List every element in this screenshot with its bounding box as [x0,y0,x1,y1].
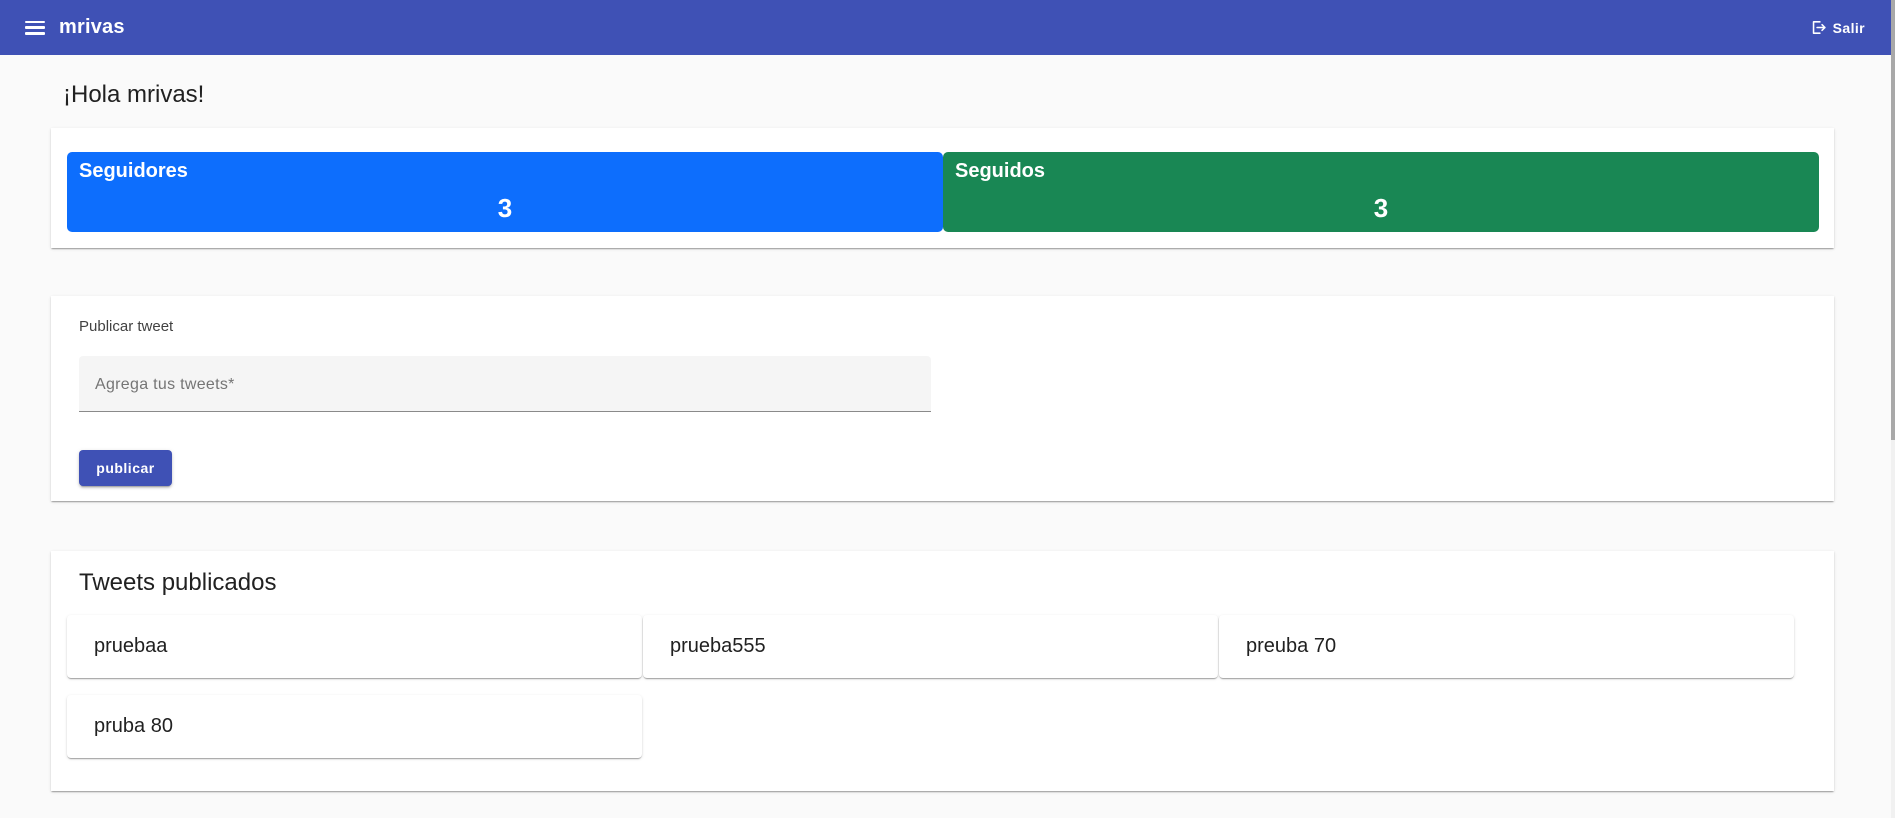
publish-tweet-title: Publicar tweet [79,318,174,335]
published-tweets-title: Tweets publicados [79,569,277,596]
logout-icon [1812,21,1826,34]
publish-button[interactable]: publicar [79,450,172,486]
followers-label: Seguidores [79,160,188,182]
followers-count: 3 [497,193,513,223]
following-stat[interactable]: Seguidos 3 [943,152,1819,232]
following-label: Seguidos [955,160,1046,182]
stats-card: Seguidores 3 Seguidos 3 [51,128,1834,248]
tweet-item[interactable]: preuba 70 [1219,615,1794,678]
following-count: 3 [1373,193,1389,223]
published-tweets-card: Tweets publicados pruebaa prueba555 preu… [51,551,1834,791]
tweet-input-field[interactable] [79,356,931,412]
menu-icon[interactable] [24,19,46,37]
top-toolbar: mrivas Salir [0,0,1891,55]
publish-tweet-card: Publicar tweet publicar [51,296,1834,501]
greeting-heading: ¡Hola mrivas! [63,81,205,108]
tweet-item[interactable]: prueba555 [643,615,1218,678]
logout-label: Salir [1832,19,1865,36]
tweet-input[interactable] [95,376,915,394]
followers-stat[interactable]: Seguidores 3 [67,152,943,232]
scrollbar-thumb[interactable] [1891,0,1895,440]
tweet-item[interactable]: pruebaa [67,615,642,678]
app-title: mrivas [59,16,125,38]
tweet-item[interactable]: pruba 80 [67,695,642,758]
logout-button[interactable]: Salir [1810,19,1865,36]
